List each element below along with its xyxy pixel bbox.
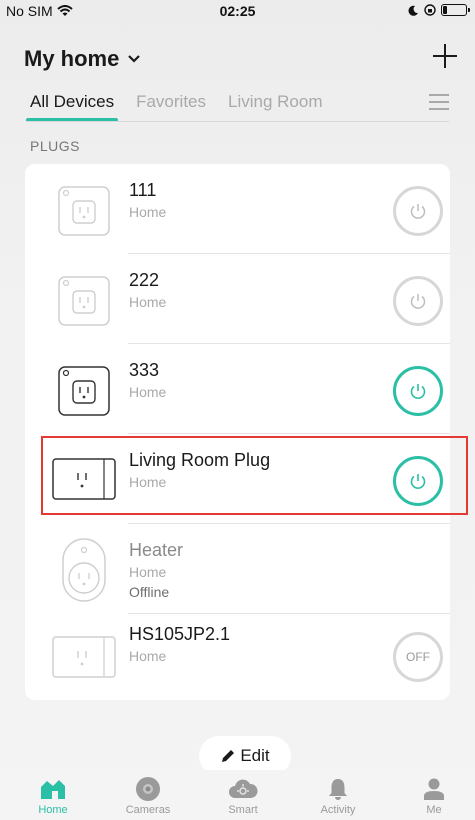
tab-bar: All Devices Favorites Living Room — [25, 92, 345, 122]
nav-home[interactable]: Home — [13, 776, 93, 816]
home-selector[interactable]: My home — [24, 46, 141, 72]
power-icon — [410, 384, 426, 399]
device-room: Home — [129, 204, 167, 220]
nav-label: Smart — [228, 804, 258, 816]
tabs-divider — [26, 121, 449, 122]
power-button[interactable] — [393, 276, 443, 326]
tab-living-room[interactable]: Living Room — [228, 92, 323, 122]
device-name: HS105JP2.1 — [129, 624, 231, 644]
person-icon — [424, 778, 444, 800]
moon-icon — [408, 5, 418, 16]
nav-me[interactable]: Me — [394, 776, 474, 816]
device-list-card: 111 Home 222 Home 333 Home Living Room P… — [25, 164, 450, 700]
nav-label: Activity — [320, 804, 356, 816]
edit-label: Edit — [240, 746, 270, 765]
device-room: Home — [129, 474, 167, 490]
home-title: My home — [24, 46, 120, 71]
tab-all-devices[interactable]: All Devices — [25, 92, 119, 122]
device-name: Heater — [129, 540, 184, 560]
plug-icon — [58, 366, 110, 416]
power-off-label: OFF — [406, 650, 430, 664]
power-button[interactable] — [393, 366, 443, 416]
power-icon — [410, 474, 426, 489]
device-status: Offline — [129, 584, 170, 600]
device-room: Home — [129, 648, 167, 664]
plug-icon — [58, 276, 110, 326]
bell-icon — [329, 779, 347, 800]
bottom-nav: Home Cameras Smart Activity Me — [0, 770, 475, 820]
plug-icon — [58, 186, 110, 236]
device-row-222[interactable]: 222 Home — [25, 254, 450, 344]
menu-icon[interactable] — [429, 94, 449, 110]
battery-icon — [441, 4, 470, 16]
lock-rotation-icon — [424, 4, 436, 16]
nav-label: Cameras — [125, 804, 171, 816]
plug-icon — [52, 636, 116, 678]
power-icon — [410, 204, 426, 219]
device-row-111[interactable]: 111 Home — [25, 164, 450, 254]
status-right — [408, 4, 470, 16]
home-icon — [41, 780, 65, 799]
device-row-heater[interactable]: Heater Home Offline — [25, 524, 450, 614]
section-label: PLUGS — [30, 138, 80, 154]
camera-icon — [136, 777, 160, 801]
device-room: Home — [129, 384, 167, 400]
nav-label: Me — [426, 804, 442, 816]
nav-cameras[interactable]: Cameras — [108, 776, 188, 816]
device-name: 111 — [129, 180, 157, 200]
power-icon — [410, 294, 426, 309]
nav-activity[interactable]: Activity — [298, 776, 378, 816]
status-bar: No SIM 02:25 — [0, 0, 475, 22]
add-device-button[interactable] — [429, 40, 461, 72]
device-room: Home — [129, 564, 167, 580]
nav-label: Home — [38, 804, 68, 816]
device-name: 333 — [129, 360, 160, 380]
power-button[interactable] — [393, 456, 443, 506]
device-room: Home — [129, 294, 167, 310]
nav-smart[interactable]: Smart — [203, 776, 283, 816]
tab-favorites[interactable]: Favorites — [136, 92, 206, 122]
power-off-button[interactable]: OFF — [393, 632, 443, 682]
status-time: 02:25 — [219, 3, 256, 19]
device-name: Living Room Plug — [129, 450, 271, 470]
device-row-living-room-plug[interactable]: Living Room Plug Home — [25, 434, 450, 524]
plug-icon — [52, 458, 116, 500]
pencil-icon — [222, 750, 235, 762]
device-row-hs105jp2[interactable]: HS105JP2.1 Home OFF — [25, 614, 450, 704]
device-name: 222 — [129, 270, 160, 290]
round-plug-icon — [62, 538, 106, 602]
chevron-down-icon — [128, 55, 141, 63]
device-row-333[interactable]: 333 Home — [25, 344, 450, 434]
power-button[interactable] — [393, 186, 443, 236]
smart-cloud-icon — [229, 779, 258, 798]
